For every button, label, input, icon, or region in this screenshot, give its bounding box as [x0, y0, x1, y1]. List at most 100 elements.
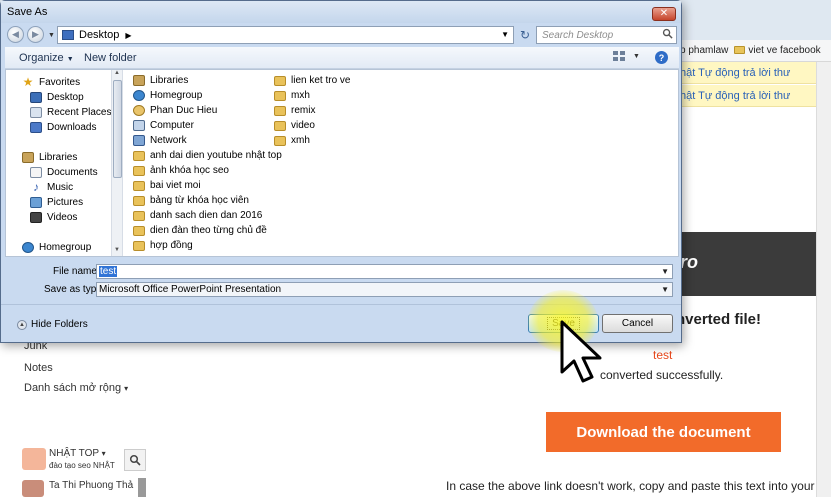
nav-libraries[interactable]: Libraries: [22, 150, 77, 165]
back-button[interactable]: ◀: [7, 26, 24, 43]
mail-row-2[interactable]: hật Tự động trả lời thư: [680, 85, 831, 107]
chevron-down-icon: ▼: [66, 56, 74, 63]
file-item-folder[interactable]: remix: [274, 103, 315, 118]
profile-name-2[interactable]: Ta Thi Phuong Thả: [49, 480, 133, 491]
nav-music[interactable]: ♪ Music: [30, 180, 73, 195]
save-type-select[interactable]: Microsoft Office PowerPoint Presentation…: [96, 282, 673, 297]
pictures-icon: [30, 197, 42, 208]
bookmark-1[interactable]: p phamlaw: [680, 45, 728, 56]
chevron-down-icon[interactable]: ▼: [661, 267, 669, 276]
address-dropdown-icon[interactable]: ▼: [501, 30, 509, 39]
caret-down-icon: ▾: [124, 384, 129, 393]
new-folder-button[interactable]: New folder: [84, 52, 137, 64]
recent-locations-dropdown-icon[interactable]: ▼: [48, 32, 55, 39]
file-item-libraries[interactable]: Libraries: [133, 73, 188, 88]
footer-text: In case the above link doesn't work, cop…: [446, 479, 815, 493]
cancel-button[interactable]: Cancel: [602, 314, 673, 333]
documents-icon: [30, 167, 42, 178]
file-item-folder[interactable]: hợp đồng: [133, 238, 193, 253]
file-name-field[interactable]: test ▼: [96, 264, 673, 279]
search-placeholder: Search Desktop: [542, 30, 614, 41]
file-list: Libraries Homegroup Phan Duc Hieu Comput…: [124, 70, 678, 256]
bookmark-2[interactable]: viet ve facebook: [734, 45, 821, 56]
star-icon: ★: [22, 75, 34, 89]
search-icon: [129, 454, 141, 466]
dialog-footer: ▲ Hide Folders Save Cancel: [1, 304, 681, 342]
save-type-value: Microsoft Office PowerPoint Presentation: [99, 284, 282, 295]
nav-homegroup[interactable]: Homegroup: [22, 240, 91, 255]
nav-favorites[interactable]: ★ Favorites: [22, 75, 81, 90]
file-item-user[interactable]: Phan Duc Hieu: [133, 103, 217, 118]
folder-icon: [133, 240, 145, 251]
file-item-folder[interactable]: anh dai dien youtube nhật top: [133, 148, 282, 163]
folder-icon: [734, 46, 746, 55]
forward-button[interactable]: ▶: [27, 26, 44, 43]
dialog-titlebar[interactable]: Save As ✕: [1, 1, 681, 23]
search-button[interactable]: [124, 449, 146, 471]
file-item-folder[interactable]: bảng từ khóa học viên: [133, 193, 249, 208]
file-item-folder[interactable]: xmh: [274, 133, 310, 148]
file-item-network[interactable]: Network: [133, 133, 187, 148]
folder-icon: [274, 120, 286, 131]
file-name-label: File name:: [53, 266, 100, 277]
nav-documents[interactable]: Documents: [30, 165, 98, 180]
file-item-folder[interactable]: video: [274, 118, 315, 133]
folder-icon: [133, 150, 145, 161]
videos-icon: [30, 212, 42, 223]
close-button[interactable]: ✕: [652, 7, 676, 21]
nav-pictures[interactable]: Pictures: [30, 195, 83, 210]
left-item-expand[interactable]: Danh sách mở rộng ▾: [24, 382, 128, 394]
scroll-up-icon[interactable]: ▲: [114, 70, 120, 76]
scrollbar-thumb[interactable]: [113, 80, 122, 178]
scroll-down-icon[interactable]: ▼: [114, 247, 120, 253]
chevron-down-icon[interactable]: ▼: [633, 53, 640, 60]
chevron-down-icon[interactable]: ▼: [661, 285, 669, 294]
browse-area: ★ Favorites Desktop Recent Places Downloa…: [5, 69, 679, 257]
search-input[interactable]: Search Desktop: [536, 26, 677, 44]
collapse-icon: ▲: [17, 319, 27, 330]
breadcrumb-arrow-icon[interactable]: ▶: [125, 31, 131, 40]
nav-videos[interactable]: Videos: [30, 210, 77, 225]
file-item-folder[interactable]: dien đàn theo từng chủ đề: [133, 223, 267, 238]
refresh-button[interactable]: ↻: [517, 26, 533, 44]
file-item-homegroup[interactable]: Homegroup: [133, 88, 202, 103]
back-arrow-icon: ◀: [12, 29, 19, 39]
homegroup-icon: [22, 242, 34, 253]
avatar: [22, 480, 44, 497]
avatar: [22, 448, 46, 470]
profile-subtitle: đào tạo seo NHẬT: [49, 461, 115, 470]
nav-desktop[interactable]: Desktop: [30, 90, 84, 105]
file-item-computer[interactable]: Computer: [133, 118, 194, 133]
desktop-icon: [62, 30, 74, 40]
save-button[interactable]: Save: [528, 314, 599, 333]
page-scrollbar[interactable]: [816, 62, 831, 497]
folder-icon: [274, 135, 286, 146]
file-item-folder[interactable]: danh sach dien dan 2016: [133, 208, 262, 223]
download-document-button[interactable]: Download the document: [546, 412, 781, 452]
nav-pane-scrollbar[interactable]: ▲ ▼: [111, 70, 123, 256]
navigation-bar: ◀ ▶ ▼ Desktop ▶ ▼ ↻ Search Desktop: [5, 23, 679, 45]
view-options-icon[interactable]: [613, 51, 627, 63]
bookmarks-bar: p phamlaw viet ve facebook: [680, 40, 831, 62]
nav-recent-places[interactable]: Recent Places: [30, 105, 111, 120]
left-scrollbar[interactable]: [138, 478, 146, 497]
libraries-icon: [22, 152, 34, 163]
help-icon[interactable]: ?: [655, 51, 668, 64]
address-bar[interactable]: Desktop ▶ ▼: [57, 26, 514, 44]
desktop-icon: [30, 92, 42, 103]
network-icon: [133, 135, 145, 146]
hide-folders-button[interactable]: ▲ Hide Folders: [17, 319, 88, 330]
navigation-pane: ★ Favorites Desktop Recent Places Downloa…: [6, 70, 111, 256]
downloads-icon: [30, 122, 42, 133]
left-item-notes[interactable]: Notes: [24, 362, 53, 374]
close-icon: ✕: [659, 8, 669, 19]
file-item-folder[interactable]: bai viet moi: [133, 178, 201, 193]
file-item-folder[interactable]: mxh: [274, 88, 310, 103]
nav-downloads[interactable]: Downloads: [30, 120, 96, 135]
mail-row-1[interactable]: hật Tự động trả lời thư: [680, 62, 831, 84]
organize-menu[interactable]: Organize ▼: [19, 52, 74, 64]
save-as-dialog: Save As ✕ ◀ ▶ ▼ Desktop ▶ ▼ ↻ Search Des…: [0, 0, 682, 343]
save-fields: File name: test ▼ Save as type: Microsof…: [5, 259, 679, 303]
file-item-folder[interactable]: ảnh khóa học seo: [133, 163, 229, 178]
file-item-folder[interactable]: lien ket tro ve: [274, 73, 350, 88]
